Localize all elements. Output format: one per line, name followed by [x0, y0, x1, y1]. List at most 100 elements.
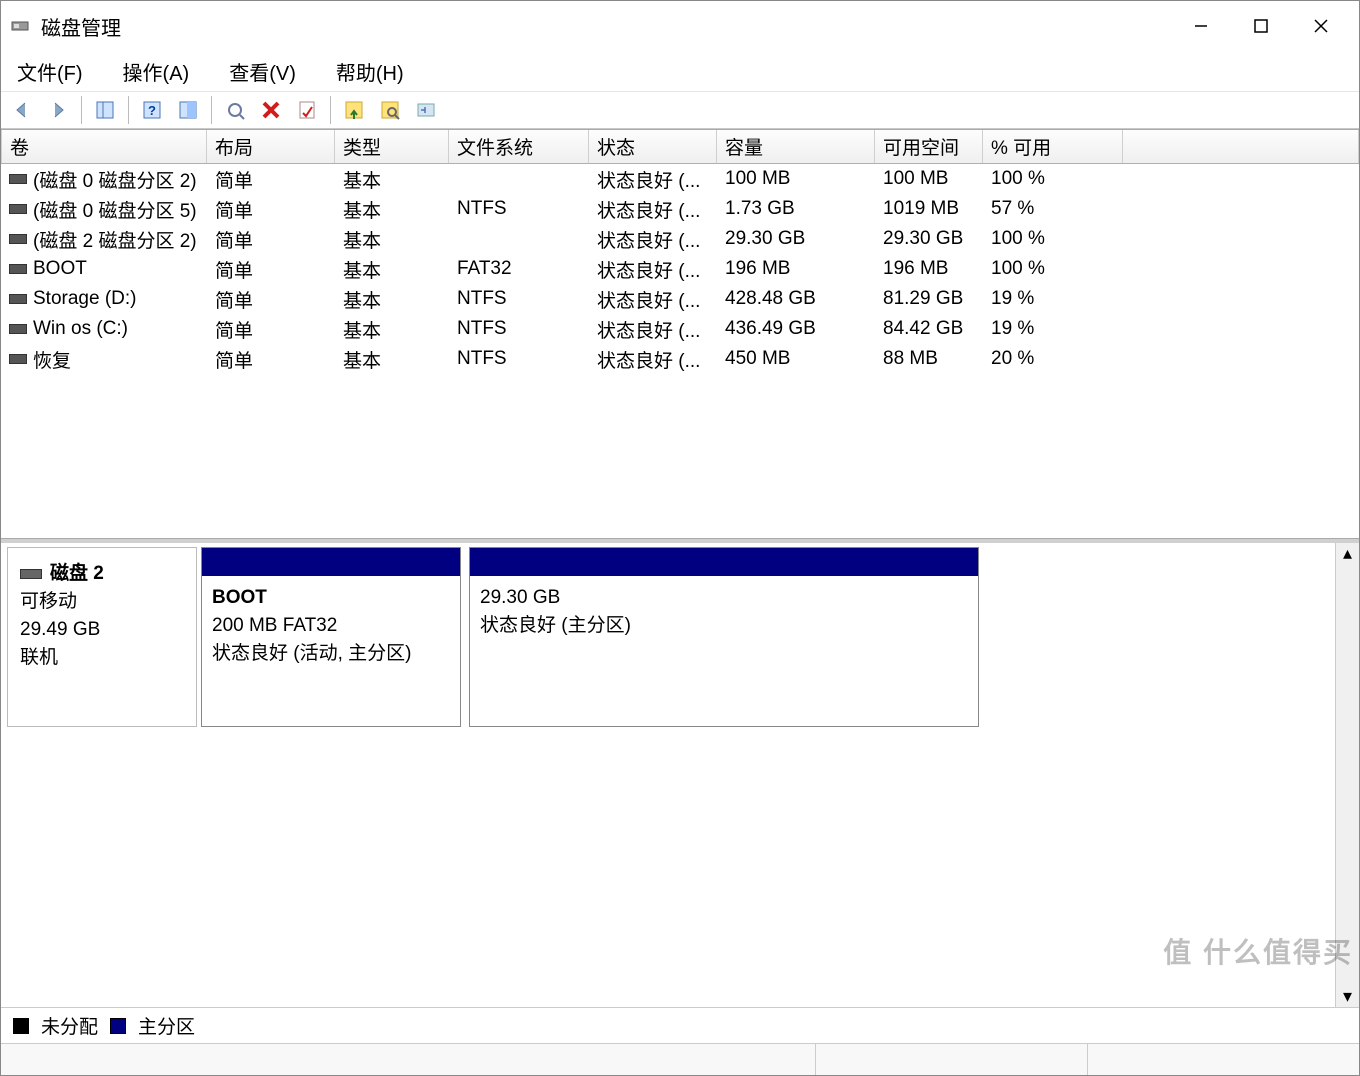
vol-pct: 57 % — [983, 197, 1123, 221]
menu-help[interactable]: 帮助(H) — [330, 53, 410, 90]
volume-rows: (磁盘 0 磁盘分区 2)简单基本状态良好 (...100 MB100 MB10… — [1, 164, 1359, 374]
vol-free: 88 MB — [875, 347, 983, 371]
show-hide-actions-button[interactable] — [173, 95, 203, 125]
vol-layout: 简单 — [207, 165, 335, 194]
vol-free: 1019 MB — [875, 197, 983, 221]
table-row[interactable]: (磁盘 0 磁盘分区 2)简单基本状态良好 (...100 MB100 MB10… — [1, 164, 1359, 194]
volume-list: 卷 布局 类型 文件系统 状态 容量 可用空间 % 可用 (磁盘 0 磁盘分区 … — [1, 129, 1359, 539]
disk-graphical-view: 磁盘 2 可移动 29.49 GB 联机 BOOT 200 MB FAT32 状… — [1, 539, 1359, 1007]
partition-unnamed[interactable]: 29.30 GB 状态良好 (主分区) — [469, 547, 979, 727]
vol-pct: 100 % — [983, 167, 1123, 191]
scroll-up-icon[interactable]: ▴ — [1343, 543, 1352, 564]
vol-type: 基本 — [335, 165, 449, 194]
toolbar: ? — [1, 91, 1359, 129]
table-row[interactable]: 恢复简单基本NTFS状态良好 (...450 MB88 MB20 % — [1, 344, 1359, 374]
partition-status: 状态良好 (主分区) — [480, 612, 968, 640]
col-volume[interactable]: 卷 — [1, 130, 207, 163]
maximize-button[interactable] — [1231, 1, 1291, 51]
disk-icon — [20, 569, 42, 579]
vol-pct: 19 % — [983, 317, 1123, 341]
volume-icon — [9, 174, 27, 184]
vol-type: 基本 — [335, 345, 449, 374]
vol-type: 基本 — [335, 225, 449, 254]
vol-fs — [449, 178, 589, 180]
partition-boot[interactable]: BOOT 200 MB FAT32 状态良好 (活动, 主分区) — [201, 547, 461, 727]
menu-action[interactable]: 操作(A) — [117, 53, 196, 90]
app-icon — [9, 15, 31, 37]
vol-fs: NTFS — [449, 317, 589, 341]
show-hide-console-tree-button[interactable] — [90, 95, 120, 125]
vol-layout: 简单 — [207, 255, 335, 284]
col-capacity[interactable]: 容量 — [717, 130, 875, 163]
explore-icon[interactable] — [375, 95, 405, 125]
vol-name: (磁盘 2 磁盘分区 2) — [33, 226, 197, 253]
vol-layout: 简单 — [207, 345, 335, 374]
table-row[interactable]: BOOT简单基本FAT32状态良好 (...196 MB196 MB100 % — [1, 254, 1359, 284]
delete-icon[interactable] — [256, 95, 286, 125]
disk-name: 磁盘 2 — [50, 560, 104, 588]
table-row[interactable]: Win os (C:)简单基本NTFS状态良好 (...436.49 GB84.… — [1, 314, 1359, 344]
disk-removable: 可移动 — [20, 588, 184, 616]
volume-icon — [9, 264, 27, 274]
col-free[interactable]: 可用空间 — [875, 130, 983, 163]
partition-color-bar — [470, 548, 978, 576]
vol-name: (磁盘 0 磁盘分区 2) — [33, 166, 197, 193]
col-layout[interactable]: 布局 — [207, 130, 335, 163]
new-volume-icon[interactable] — [339, 95, 369, 125]
vol-status: 状态良好 (... — [589, 165, 717, 194]
vol-capacity: 428.48 GB — [717, 287, 875, 311]
vol-layout: 简单 — [207, 315, 335, 344]
vol-status: 状态良好 (... — [589, 225, 717, 254]
disk-online: 联机 — [20, 644, 184, 672]
table-row[interactable]: (磁盘 2 磁盘分区 2)简单基本状态良好 (...29.30 GB29.30 … — [1, 224, 1359, 254]
scrollbar[interactable]: ▴ ▾ — [1335, 543, 1359, 1007]
table-row[interactable]: Storage (D:)简单基本NTFS状态良好 (...428.48 GB81… — [1, 284, 1359, 314]
vol-fs: NTFS — [449, 347, 589, 371]
title-bar: 磁盘管理 — [1, 1, 1359, 51]
forward-button[interactable] — [43, 95, 73, 125]
vol-capacity: 100 MB — [717, 167, 875, 191]
refresh-icon[interactable] — [220, 95, 250, 125]
col-filesystem[interactable]: 文件系统 — [449, 130, 589, 163]
status-bar — [1, 1043, 1359, 1075]
vol-layout: 简单 — [207, 225, 335, 254]
back-button[interactable] — [7, 95, 37, 125]
legend-unallocated: 未分配 — [41, 1012, 98, 1039]
legend: 未分配 主分区 — [1, 1007, 1359, 1043]
vol-fs: NTFS — [449, 197, 589, 221]
vol-type: 基本 — [335, 255, 449, 284]
vol-free: 196 MB — [875, 257, 983, 281]
col-spacer — [1123, 130, 1359, 163]
legend-swatch-primary — [110, 1018, 126, 1034]
vol-status: 状态良好 (... — [589, 345, 717, 374]
vol-free: 84.42 GB — [875, 317, 983, 341]
volume-icon — [9, 294, 27, 304]
vol-fs: NTFS — [449, 287, 589, 311]
vol-capacity: 29.30 GB — [717, 227, 875, 251]
column-headers: 卷 布局 类型 文件系统 状态 容量 可用空间 % 可用 — [1, 130, 1359, 164]
vol-free: 81.29 GB — [875, 287, 983, 311]
vol-pct: 19 % — [983, 287, 1123, 311]
partition-meta: 29.30 GB — [480, 584, 968, 612]
col-status[interactable]: 状态 — [589, 130, 717, 163]
scroll-down-icon[interactable]: ▾ — [1343, 986, 1352, 1007]
disk-info-box[interactable]: 磁盘 2 可移动 29.49 GB 联机 — [7, 547, 197, 727]
help-button[interactable]: ? — [137, 95, 167, 125]
window-title: 磁盘管理 — [41, 12, 121, 41]
minimize-button[interactable] — [1171, 1, 1231, 51]
col-type[interactable]: 类型 — [335, 130, 449, 163]
properties-icon[interactable] — [292, 95, 322, 125]
settings-icon[interactable] — [411, 95, 441, 125]
menu-file[interactable]: 文件(F) — [11, 53, 89, 90]
vol-fs — [449, 238, 589, 240]
col-pctfree[interactable]: % 可用 — [983, 130, 1123, 163]
vol-pct: 100 % — [983, 227, 1123, 251]
partition-meta: 200 MB FAT32 — [212, 612, 450, 640]
close-button[interactable] — [1291, 1, 1351, 51]
volume-icon — [9, 324, 27, 334]
vol-status: 状态良好 (... — [589, 315, 717, 344]
menu-view[interactable]: 查看(V) — [223, 53, 302, 90]
svg-text:?: ? — [148, 103, 156, 118]
table-row[interactable]: (磁盘 0 磁盘分区 5)简单基本NTFS状态良好 (...1.73 GB101… — [1, 194, 1359, 224]
vol-name: Win os (C:) — [33, 318, 128, 340]
